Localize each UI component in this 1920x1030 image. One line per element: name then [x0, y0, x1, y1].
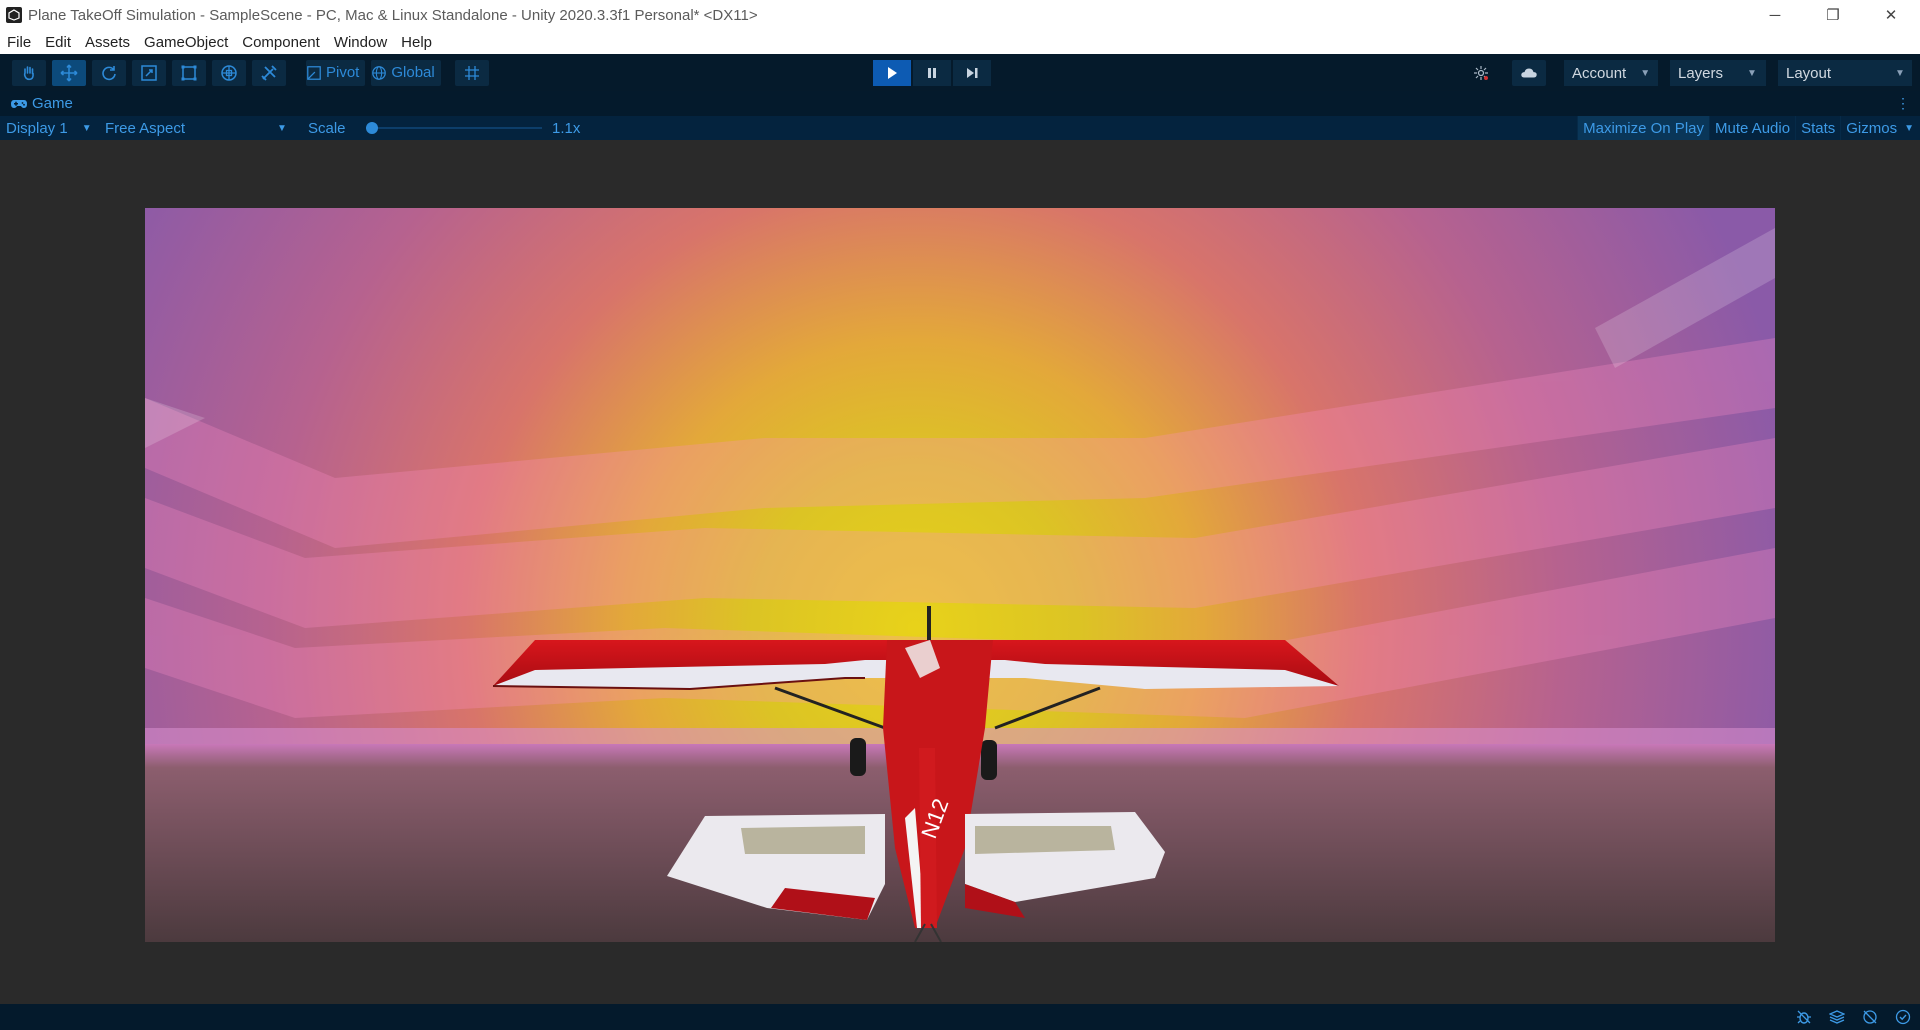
account-label: Account — [1572, 64, 1627, 82]
menu-help[interactable]: Help — [394, 34, 439, 51]
window-title: Plane TakeOff Simulation - SampleScene -… — [28, 6, 758, 24]
mute-audio-toggle[interactable]: Mute Audio — [1709, 116, 1795, 140]
gizmos-dropdown-icon[interactable]: ▼ — [1902, 116, 1920, 140]
custom-tool-icon — [261, 64, 277, 81]
chevron-down-icon: ▼ — [277, 122, 287, 134]
chevron-down-icon: ▼ — [81, 122, 92, 134]
global-toggle[interactable]: Global — [371, 59, 441, 86]
hand-tool-icon — [23, 65, 34, 80]
chevron-down-icon: ▼ — [1747, 67, 1757, 79]
minimize-button[interactable]: ─ — [1746, 0, 1804, 30]
chevron-down-icon: ▼ — [1895, 67, 1905, 79]
play-controls — [873, 60, 993, 86]
game-render: N12 — [145, 208, 1775, 942]
collab-icon — [1474, 66, 1488, 80]
global-label: Global — [391, 64, 435, 81]
menu-assets[interactable]: Assets — [78, 34, 137, 51]
game-viewport[interactable]: N12 — [145, 208, 1775, 942]
aspect-label: Free Aspect — [105, 119, 186, 137]
game-view-area: N12 — [0, 140, 1920, 1004]
tab-row: Game ⋮ — [0, 91, 1920, 116]
scale-slider[interactable] — [366, 122, 542, 134]
play-button[interactable] — [873, 60, 911, 86]
main-toolbar: Pivot Global Account ▼ Layers ▼ Layout ▼ — [0, 54, 1920, 91]
display-dropdown[interactable]: Display 1 ▼ — [0, 120, 92, 137]
move-tool-button[interactable] — [52, 59, 86, 86]
menu-bar: File Edit Assets GameObject Component Wi… — [0, 30, 1920, 54]
scale-label: Scale — [308, 119, 346, 137]
chevron-down-icon: ▼ — [1640, 67, 1651, 79]
layers-status-icon[interactable] — [1828, 1008, 1846, 1026]
custom-tool-button[interactable] — [252, 59, 286, 86]
game-view-toolbar: Display 1 ▼ Free Aspect ▼ Scale 1.1x Max… — [0, 116, 1920, 140]
layers-label: Layers — [1678, 64, 1724, 82]
tab-game-label: Game — [32, 95, 73, 112]
grid-snap-button[interactable] — [454, 59, 489, 86]
scale-tool-button[interactable] — [132, 59, 166, 86]
layout-label: Layout — [1786, 64, 1832, 82]
hand-tool-button[interactable] — [12, 59, 46, 86]
status-bar — [0, 1004, 1920, 1030]
scale-slider-handle[interactable] — [366, 122, 378, 134]
menu-file[interactable]: File — [0, 34, 38, 51]
menu-edit[interactable]: Edit — [38, 34, 78, 51]
maximize-on-play-toggle[interactable]: Maximize On Play — [1577, 116, 1709, 140]
layout-dropdown[interactable]: Layout ▼ — [1778, 60, 1912, 86]
tab-options-icon[interactable]: ⋮ — [1896, 95, 1910, 112]
title-bar: Plane TakeOff Simulation - SampleScene -… — [0, 0, 1920, 30]
debug-icon[interactable] — [1795, 1008, 1813, 1026]
layers-dropdown[interactable]: Layers ▼ — [1670, 60, 1766, 86]
aspect-dropdown[interactable]: Free Aspect ▼ — [99, 120, 287, 137]
pause-button[interactable] — [913, 60, 951, 86]
step-button[interactable] — [953, 60, 991, 86]
step-icon — [967, 68, 978, 78]
check-icon[interactable] — [1894, 1008, 1912, 1026]
restore-button[interactable]: ❐ — [1804, 0, 1862, 30]
close-button[interactable]: ✕ — [1862, 0, 1920, 30]
pause-icon — [928, 68, 936, 78]
grid-snap-icon — [464, 65, 479, 80]
menu-gameobject[interactable]: GameObject — [137, 34, 235, 51]
display-label: Display 1 — [6, 119, 68, 137]
unity-logo-icon — [6, 7, 22, 23]
play-icon — [888, 67, 897, 79]
pivot-toggle[interactable]: Pivot — [306, 59, 366, 86]
account-dropdown[interactable]: Account ▼ — [1564, 60, 1658, 86]
stats-toggle[interactable]: Stats — [1795, 116, 1840, 140]
transform-tool-icon — [221, 64, 237, 81]
global-icon — [372, 65, 387, 80]
tab-game[interactable]: Game — [0, 95, 73, 112]
scale-tool-icon — [141, 64, 157, 81]
cloud-button[interactable] — [1512, 60, 1546, 86]
rect-tool-icon — [181, 65, 197, 80]
move-tool-icon — [60, 64, 78, 81]
menu-component[interactable]: Component — [235, 34, 327, 51]
rotate-tool-icon — [102, 65, 116, 80]
pivot-icon — [307, 65, 321, 80]
pivot-label: Pivot — [326, 64, 360, 81]
menu-window[interactable]: Window — [327, 34, 394, 51]
rotate-tool-button[interactable] — [92, 59, 126, 86]
rect-tool-button[interactable] — [172, 59, 206, 86]
scale-value: 1.1x — [552, 119, 581, 137]
cloud-icon — [1521, 68, 1537, 78]
network-off-icon[interactable] — [1861, 1008, 1879, 1026]
transform-tool-button[interactable] — [212, 59, 246, 86]
collab-button[interactable] — [1464, 60, 1498, 86]
game-controller-icon — [11, 99, 27, 108]
gizmos-toggle[interactable]: Gizmos — [1840, 116, 1902, 140]
